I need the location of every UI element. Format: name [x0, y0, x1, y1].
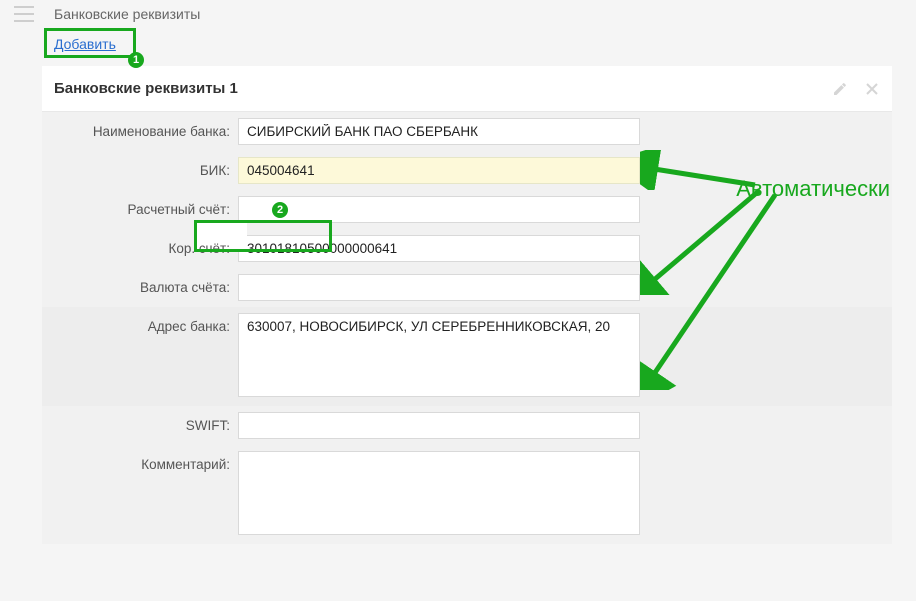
annotation-badge-2: 2 [272, 202, 288, 218]
label-currency: Валюта счёта: [42, 274, 238, 295]
annotation-frame-1 [44, 28, 136, 58]
comment-input[interactable] [238, 451, 640, 535]
pencil-icon[interactable] [832, 81, 848, 97]
bank-address-input[interactable] [238, 313, 640, 397]
label-bic: БИК: [42, 157, 238, 178]
bank-name-input[interactable] [238, 118, 640, 145]
bank-details-panel: Банковские реквизиты 1 Наименование банк… [42, 66, 892, 544]
label-bank-name: Наименование банка: [42, 118, 238, 139]
account-input[interactable] [238, 196, 640, 223]
menu-icon[interactable] [14, 6, 34, 22]
annotation-badge-1: 1 [128, 52, 144, 68]
label-address: Адрес банка: [42, 313, 238, 334]
panel-caption: Банковские реквизиты 1 [54, 80, 238, 97]
close-icon[interactable] [864, 81, 880, 97]
currency-input[interactable] [238, 274, 640, 301]
page-title: Банковские реквизиты [54, 6, 200, 22]
annotation-auto-label: Автоматически [736, 176, 890, 202]
label-comment: Комментарий: [42, 451, 238, 472]
swift-input[interactable] [238, 412, 640, 439]
label-acct: Расчетный счёт: [42, 196, 238, 217]
bic-input[interactable] [238, 157, 640, 184]
annotation-frame-2 [194, 220, 332, 252]
label-swift: SWIFT: [42, 412, 238, 433]
